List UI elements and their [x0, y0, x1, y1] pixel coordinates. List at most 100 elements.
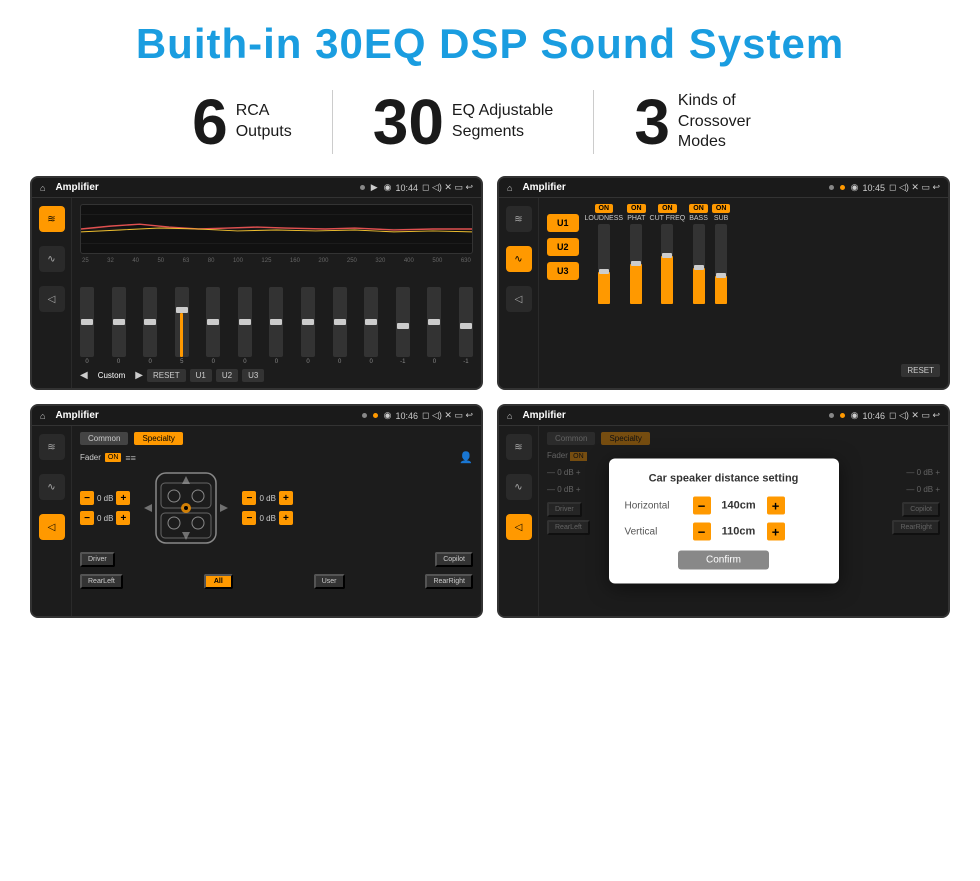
left-sidebar-3: ≋ ∿ ◁	[32, 426, 72, 616]
page-title: Buith-in 30EQ DSP Sound System	[30, 20, 950, 68]
db-plus-2[interactable]: +	[116, 511, 130, 525]
u-buttons: U1 U2 U3	[547, 204, 579, 382]
eq-slider-3: 5	[175, 287, 189, 365]
db-plus-4[interactable]: +	[279, 511, 293, 525]
copilot-btn[interactable]: Copilot	[435, 552, 473, 567]
dialog-title: Car speaker distance setting	[625, 473, 823, 485]
eq-icon-1[interactable]: ≋	[39, 206, 65, 232]
crossover-channels: ON LOUDNESS ON PHAT ON	[585, 204, 896, 382]
stat-number-6: 6	[192, 90, 228, 154]
car-diagram	[136, 468, 236, 548]
eq-slider-10: -1	[396, 287, 410, 365]
u3-btn-1[interactable]: U3	[242, 369, 264, 382]
status-icons-4: ◉ 10:46 ◻ ◁) ✕ ▭ ↩	[851, 410, 940, 421]
eq-graph	[80, 204, 473, 254]
fader-main: Common Specialty Fader ON ≡≡ 👤 −	[72, 426, 481, 616]
eq-sliders-row: 0 0 0 5	[80, 268, 473, 365]
driver-btn[interactable]: Driver	[80, 552, 115, 567]
u1-btn[interactable]: U1	[547, 214, 579, 232]
eq-slider-11: 0	[427, 287, 441, 365]
screens-grid: ⌂ Amplifier ▶ ◉ 10:44 ◻ ◁) ✕ ▭ ↩ ≋ ∿ ◁	[30, 176, 950, 618]
vol-icon-1[interactable]: ◁	[39, 286, 65, 312]
wave-icon-2[interactable]: ∿	[506, 246, 532, 272]
status-dot-4	[829, 413, 834, 418]
on-badge-loudness: ON	[595, 204, 614, 213]
eq-main: 253240506380100125160200250320400500630 …	[72, 198, 481, 388]
home-icon-2[interactable]: ⌂	[507, 183, 512, 193]
fader-label-row: Fader ON ≡≡ 👤	[80, 451, 473, 464]
fader-on[interactable]: ON	[105, 453, 122, 462]
vol-icon-3[interactable]: ◁	[39, 514, 65, 540]
sub-label: SUB	[714, 215, 728, 222]
tab-common-3[interactable]: Common	[80, 432, 128, 445]
all-btn[interactable]: All	[204, 574, 233, 589]
app-title-2: Amplifier	[522, 182, 822, 193]
channel-phat: ON PHAT	[627, 204, 646, 382]
db-minus-3[interactable]: −	[242, 491, 256, 505]
db-minus-2[interactable]: −	[80, 511, 94, 525]
channel-cutfreq: ON CUT FREQ	[650, 204, 686, 382]
horizontal-row: Horizontal − 140cm +	[625, 497, 823, 515]
eq-slider-2: 0	[143, 287, 157, 365]
u1-btn-1[interactable]: U1	[190, 369, 212, 382]
home-icon-1[interactable]: ⌂	[40, 183, 45, 193]
confirm-button[interactable]: Confirm	[678, 551, 769, 570]
user-btn[interactable]: User	[314, 574, 345, 589]
vol-icon-2[interactable]: ◁	[506, 286, 532, 312]
home-icon-3[interactable]: ⌂	[40, 411, 45, 421]
eq-icon-4[interactable]: ≋	[506, 434, 532, 460]
loudness-label: LOUDNESS	[585, 215, 624, 222]
status-bar-3: ⌂ Amplifier ◉ 10:46 ◻ ◁) ✕ ▭ ↩	[32, 406, 481, 426]
u3-btn[interactable]: U3	[547, 262, 579, 280]
rearleft-btn[interactable]: RearLeft	[80, 574, 123, 589]
reset-btn-2[interactable]: RESET	[901, 364, 940, 377]
on-badge-sub: ON	[712, 204, 731, 213]
eq-slider-9: 0	[364, 287, 378, 365]
vol-icon-4[interactable]: ◁	[506, 514, 532, 540]
eq-icon-3[interactable]: ≋	[39, 434, 65, 460]
orange-dot-2	[840, 185, 845, 190]
home-icon-4[interactable]: ⌂	[507, 411, 512, 421]
db-row-2: − 0 dB +	[80, 511, 130, 525]
db-minus-1[interactable]: −	[80, 491, 94, 505]
screen-content-1: ≋ ∿ ◁	[32, 198, 481, 388]
db-controls-right: − 0 dB + − 0 dB +	[242, 491, 292, 525]
db-plus-3[interactable]: +	[279, 491, 293, 505]
eq-icon-2[interactable]: ≋	[506, 206, 532, 232]
screen-content-2: ≋ ∿ ◁ U1 U2 U3 ON LOUDNESS	[499, 198, 948, 388]
next-arrow[interactable]: ▶	[135, 370, 143, 381]
u2-btn-1[interactable]: U2	[216, 369, 238, 382]
db-row-4: − 0 dB +	[242, 511, 292, 525]
bass-label: BASS	[689, 215, 708, 222]
channel-loudness: ON LOUDNESS	[585, 204, 624, 382]
horizontal-plus[interactable]: +	[767, 497, 785, 515]
stat-number-30: 30	[373, 90, 444, 154]
u2-btn[interactable]: U2	[547, 238, 579, 256]
vertical-plus[interactable]: +	[767, 523, 785, 541]
fader-top: Common Specialty	[80, 432, 473, 445]
vertical-minus[interactable]: −	[693, 523, 711, 541]
screen-distance: ⌂ Amplifier ◉ 10:46 ◻ ◁) ✕ ▭ ↩ ≋ ∿ ◁ Com…	[497, 404, 950, 618]
reset-btn-1[interactable]: RESET	[147, 369, 186, 382]
screen-fader: ⌂ Amplifier ◉ 10:46 ◻ ◁) ✕ ▭ ↩ ≋ ∿ ◁ Com…	[30, 404, 483, 618]
eq-slider-7: 0	[301, 287, 315, 365]
db-plus-1[interactable]: +	[116, 491, 130, 505]
rearright-btn[interactable]: RearRight	[425, 574, 473, 589]
wave-icon-4[interactable]: ∿	[506, 474, 532, 500]
fader-bottom-row: Driver Copilot	[80, 548, 473, 567]
eq-slider-1: 0	[112, 287, 126, 365]
prev-arrow[interactable]: ◀	[80, 370, 88, 381]
status-dot-1	[360, 185, 365, 190]
db-minus-4[interactable]: −	[242, 511, 256, 525]
horizontal-minus[interactable]: −	[693, 497, 711, 515]
wave-icon-3[interactable]: ∿	[39, 474, 65, 500]
distance-dialog: Car speaker distance setting Horizontal …	[609, 459, 839, 584]
freq-labels: 253240506380100125160200250320400500630	[80, 258, 473, 264]
tab-specialty-3[interactable]: Specialty	[134, 432, 182, 445]
eq-slider-12: -1	[459, 287, 473, 365]
wave-icon-1[interactable]: ∿	[39, 246, 65, 272]
status-dot-2	[829, 185, 834, 190]
custom-btn[interactable]: Custom	[92, 369, 132, 382]
horizontal-label: Horizontal	[625, 500, 685, 511]
status-bar-4: ⌂ Amplifier ◉ 10:46 ◻ ◁) ✕ ▭ ↩	[499, 406, 948, 426]
